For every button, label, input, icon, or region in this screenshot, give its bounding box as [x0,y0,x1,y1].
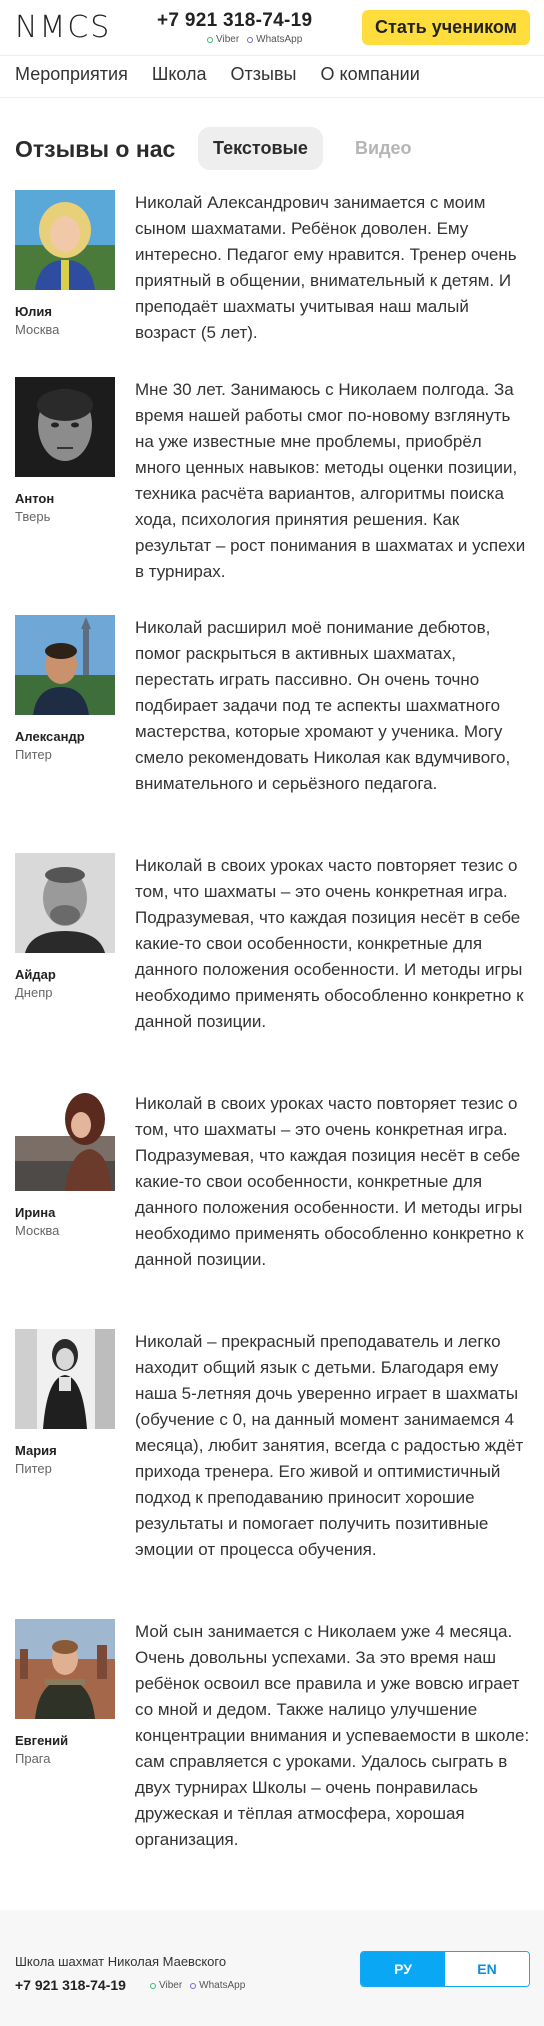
review-author-city: Днепр [15,985,53,1000]
nav-item-school[interactable]: Школа [152,64,207,85]
viber-link[interactable]: Viber [207,34,239,45]
whatsapp-icon [247,36,254,43]
avatar [15,1091,115,1191]
footer-viber-link[interactable]: Viber [150,1980,182,1991]
review-author-name: Айдар [15,967,56,982]
viber-icon [150,1982,156,1989]
review-author-name: Евгений [15,1733,69,1748]
page-title: Отзывы о нас [15,136,176,162]
review-author-name: Ирина [15,1205,56,1220]
footer-phone[interactable]: +7 921 318-74-19 [15,1977,126,1993]
review-author-city: Прага [15,1751,51,1766]
lang-en-button[interactable]: EN [445,1952,529,1986]
review-author-city: Тверь [15,509,51,524]
review-text: Николай – прекрасный преподаватель и лег… [135,1332,524,1559]
site-footer: Школа шахмат Николая Маевского +7 921 31… [0,1910,544,2026]
whatsapp-link[interactable]: WhatsApp [247,34,302,45]
review-author-name: Юлия [15,304,52,319]
review-author-city: Москва [15,322,60,337]
lang-ru-button[interactable]: РУ [361,1952,445,1986]
avatar [15,190,115,290]
review-text: Николай в своих уроках часто повторяет т… [135,1094,524,1269]
review-text: Николай в своих уроках часто повторяет т… [135,856,524,1031]
avatar [15,853,115,953]
review-text: Мне 30 лет. Занимаюсь с Николаем полгода… [135,380,526,581]
site-header: NMCS +7 921 318-74-19 Viber WhatsApp Ста… [0,0,544,56]
avatar [15,1619,115,1719]
avatar [15,1329,115,1429]
review-text: Николай Александрович занимается с моим … [135,193,517,342]
avatar [15,615,115,715]
review-text: Николай расширил моё понимание дебютов, … [135,618,511,793]
header-messengers: Viber WhatsApp [207,34,302,45]
main-nav: Мероприятия Школа Отзывы О компании [15,64,420,85]
language-switcher: РУ EN [360,1951,530,1987]
header-phone[interactable]: +7 921 318-74-19 [157,10,312,32]
footer-whatsapp-link[interactable]: WhatsApp [190,1980,245,1991]
review-author-name: Антон [15,491,55,506]
viber-icon [207,36,213,43]
nav-item-events[interactable]: Мероприятия [15,64,128,85]
review-author-name: Мария [15,1443,57,1458]
review-author-city: Москва [15,1223,60,1238]
nav-item-reviews[interactable]: Отзывы [231,64,297,85]
review-author-name: Александр [15,729,85,744]
review-text: Мой сын занимается с Николаем уже 4 меся… [135,1622,530,1849]
tab-video-reviews[interactable]: Видео [355,138,412,159]
whatsapp-icon [190,1982,197,1989]
footer-messengers: Viber WhatsApp [150,1980,245,1991]
review-author-city: Питер [15,747,52,762]
become-student-button[interactable]: Стать учеником [362,10,530,45]
logo[interactable]: NMCS [15,10,111,45]
tab-text-reviews[interactable]: Текстовые [198,127,323,170]
review-author-city: Питер [15,1461,52,1476]
nav-item-about[interactable]: О компании [320,64,419,85]
avatar [15,377,115,477]
footer-school-name: Школа шахмат Николая Маевского [15,1954,227,1969]
